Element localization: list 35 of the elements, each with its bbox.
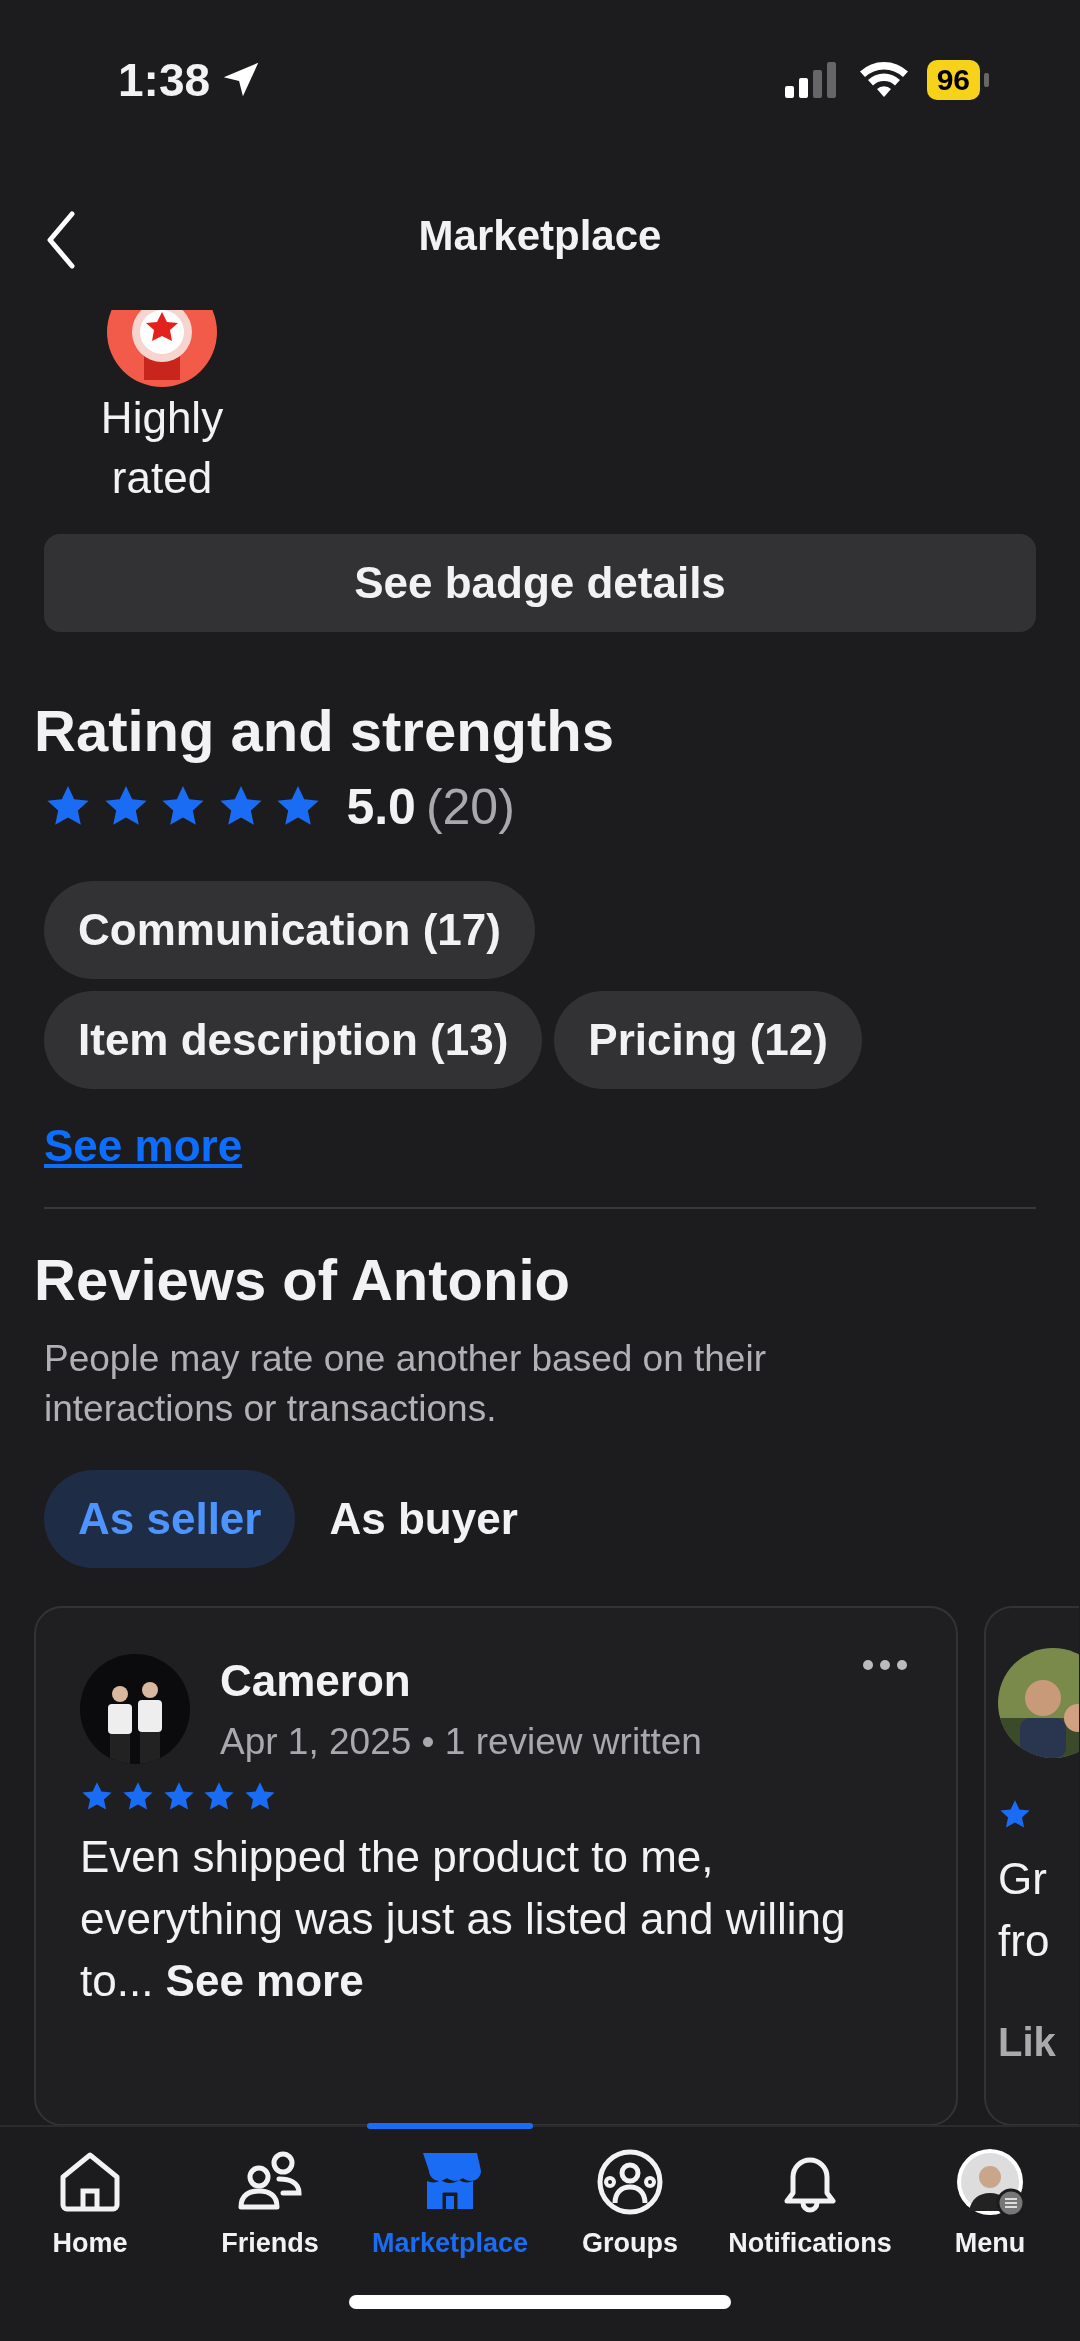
avatar-menu-icon bbox=[955, 2147, 1025, 2217]
see-more-link[interactable]: See more bbox=[0, 1112, 243, 1179]
nav-tab[interactable]: Friends bbox=[180, 2127, 360, 2265]
more-icon bbox=[862, 1658, 908, 1671]
review-text: fro bbox=[998, 1915, 1051, 1968]
battery-cap-icon bbox=[984, 73, 990, 87]
review-meta: Apr 1, 2025 • 1 review written bbox=[220, 1720, 702, 1765]
review-tab[interactable]: As buyer bbox=[329, 1470, 518, 1569]
review-footer-text: Lik bbox=[998, 2019, 1057, 2067]
strength-chip[interactable]: Item description (13) bbox=[44, 990, 543, 1089]
nav-tab[interactable]: Notifications bbox=[720, 2127, 900, 2265]
review-text: Gr bbox=[998, 1853, 1048, 1906]
nav-tab[interactable]: Menu bbox=[900, 2127, 1080, 2265]
see-more-link[interactable]: See more bbox=[165, 1955, 364, 2005]
nav-tab[interactable]: Groups bbox=[540, 2127, 720, 2265]
section-heading: Rating and strengths bbox=[33, 697, 616, 765]
wifi-icon bbox=[858, 61, 909, 99]
strength-chip[interactable]: Pricing (12) bbox=[554, 990, 862, 1089]
status-time: 1:38 bbox=[118, 52, 211, 108]
rating-score: 5.0 bbox=[346, 777, 416, 837]
section-description: People may rate one another based on their interactions or transactions. bbox=[43, 1337, 767, 1432]
review-tab[interactable]: As seller bbox=[44, 1470, 296, 1569]
badge-label: Highly rated bbox=[99, 392, 225, 504]
battery-level: 96 bbox=[926, 60, 980, 100]
medal-icon bbox=[106, 310, 218, 388]
nav-tab[interactable]: Home bbox=[0, 2127, 180, 2265]
strength-chip[interactable]: Communication (17) bbox=[44, 880, 535, 979]
rating-count: (20) bbox=[425, 777, 515, 837]
reviewer-name: Cameron bbox=[220, 1655, 412, 1708]
section-heading: Reviews of Antonio bbox=[33, 1245, 571, 1314]
groups-icon bbox=[595, 2147, 665, 2217]
nav-tab[interactable]: Marketplace bbox=[360, 2127, 540, 2265]
review-text: Even shipped the product to me, everything was just as listed and willing to... See more bbox=[80, 1830, 847, 2007]
see-badge-details-button[interactable]: See badge details bbox=[44, 534, 1036, 632]
page-title: Marketplace bbox=[418, 210, 662, 261]
